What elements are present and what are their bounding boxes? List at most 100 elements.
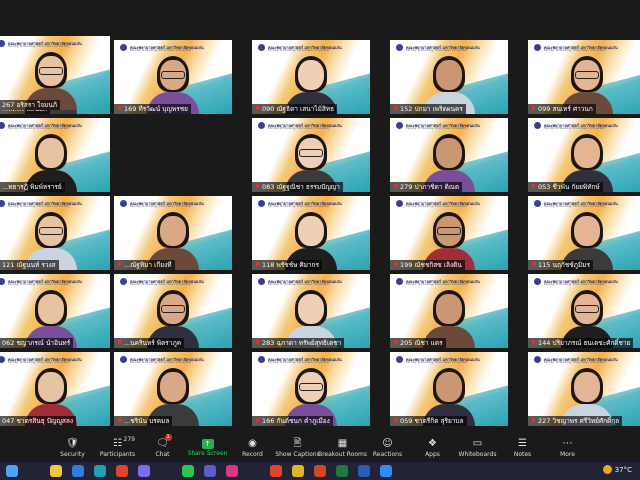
background-header: คณะพยาบาลศาสตร์ มหาวิทยาลัยขอนแก่นFacult… (534, 356, 640, 364)
line-icon[interactable] (182, 465, 194, 477)
word-icon[interactable] (358, 465, 370, 477)
weather-widget[interactable]: 37°C (602, 465, 632, 474)
breakout-rooms-button[interactable]: ▦ Breakout Rooms (318, 434, 367, 462)
university-logo-icon (534, 356, 541, 363)
muted-mic-icon: ✖ (531, 417, 537, 424)
store-icon[interactable] (138, 465, 150, 477)
background-header: คณะพยาบาลศาสตร์ มหาวิทยาลัยขอนแก่นFacult… (258, 200, 364, 208)
university-logo-icon (396, 356, 403, 363)
participant-name-label: 083 ณัฐฐณิชา ธรรมปัญญา (262, 183, 340, 191)
university-logo-icon (120, 44, 127, 51)
video-tile[interactable]: คณะพยาบาลศาสตร์ มหาวิทยาลัยขอนแก่นFacult… (528, 118, 640, 192)
muted-mic-icon: ✖ (393, 261, 399, 268)
university-logo-icon (258, 278, 265, 285)
university-logo-icon (120, 356, 127, 363)
video-tile[interactable]: คณะพยาบาลศาสตร์ มหาวิทยาลัยขอนแก่นFacult… (252, 274, 370, 348)
security-button[interactable]: 🛡 Security (53, 434, 93, 462)
background-header: คณะพยาบาลศาสตร์ มหาวิทยาลัยขอนแก่นFacult… (396, 122, 502, 130)
video-tile[interactable]: คณะพยาบาลศาสตร์ มหาวิทยาลัยขอนแก่นFacult… (0, 352, 110, 426)
video-grid: คณะพยาบาลศาสตร์ มหาวิทยาลัยขอนแก่น Facult… (0, 36, 640, 434)
video-tile[interactable]: คณะพยาบาลศาสตร์ มหาวิทยาลัยขอนแก่นFacult… (114, 40, 232, 114)
video-tile[interactable]: คณะพยาบาลศาสตร์ มหาวิทยาลัยขอนแก่นFacult… (390, 274, 508, 348)
mail-icon[interactable] (72, 465, 84, 477)
participant-name-label: ...นครินทร์ พิตราภูค (124, 339, 182, 347)
powerpoint-icon[interactable] (314, 465, 326, 477)
whiteboards-button[interactable]: ▭ Whiteboards (458, 434, 498, 462)
file-explorer-icon[interactable] (50, 465, 62, 477)
video-tile[interactable]: คณะพยาบาลศาสตร์ มหาวิทยาลัยขอนแก่นFacult… (114, 274, 232, 348)
share-screen-button[interactable]: ↑ Share Screen (188, 434, 228, 462)
show-captions-button[interactable]: 🖹 Show Captions (275, 434, 319, 462)
participants-button[interactable]: ☷ 279 Participants (98, 434, 138, 462)
video-tile[interactable]: คณะพยาบาลศาสตร์ มหาวิทยาลัยขอนแก่นFacult… (390, 40, 508, 114)
video-tile[interactable]: คณะพยาบาลศาสตร์ มหาวิทยาลัยขอนแก่นFacult… (114, 196, 232, 270)
participant-name: ✖ 059 ชาตรีกิต สุริยาบล (390, 416, 467, 426)
university-logo-icon (396, 278, 403, 285)
zoom-icon[interactable] (380, 465, 392, 477)
chat-button[interactable]: 🗨 1 Chat (143, 434, 183, 462)
participant-name: ✖121 ณัฐนนท์ รวงส (0, 260, 59, 270)
participant-name-label: ...ชรินัน บรคมล (124, 417, 170, 425)
participant-name-label: 062 ชญาภรณ์ นําอินทร์ (2, 339, 71, 347)
muted-mic-icon: ✖ (255, 417, 261, 424)
participant-name-label: 090 ณัฐธิดา เสนาไม้สิทธ (262, 105, 335, 113)
participant-name: ✖267 อริสรา ใจมนภิ (0, 100, 61, 110)
apps-button[interactable]: ❖ Apps (413, 434, 453, 462)
video-tile[interactable]: คณะพยาบาลศาสตร์ มหาวิทยาลัยขอนแก่นFacult… (390, 118, 508, 192)
participant-name-label: 118 พรัชช์ษ ศิมากร (262, 261, 319, 269)
muted-mic-icon: ✖ (531, 339, 537, 346)
video-tile[interactable]: คณะพยาบาลศาสตร์ มหาวิทยาลัยขอนแก่นFacult… (0, 36, 110, 110)
share-up-arrow-icon: ↑ (201, 439, 214, 449)
participant-name: ✖ 199 ณัชชกิสซ เลิงดิน (390, 260, 465, 270)
university-logo-icon (0, 278, 5, 285)
video-tile[interactable]: คณะพยาบาลศาสตร์ มหาวิทยาลัยขอนแก่นFacult… (252, 118, 370, 192)
temperature: 37°C (614, 465, 632, 474)
muted-mic-icon: ✖ (117, 417, 123, 424)
chrome-icon[interactable] (116, 465, 128, 477)
university-logo-icon (0, 122, 5, 129)
participant-name-label: 227 วิชญาพร ศรีวิทย์ศักดิ์กุล (538, 417, 620, 425)
participants-count: 279 (123, 436, 135, 443)
record-button[interactable]: ◉ Record (233, 434, 273, 462)
video-tile[interactable]: คณะพยาบาลศาสตร์ มหาวิทยาลัยขอนแก่นFacult… (528, 196, 640, 270)
background-header: คณะพยาบาลศาสตร์ มหาวิทยาลัยขอนแก่นFacult… (258, 44, 364, 52)
excel-icon[interactable] (336, 465, 348, 477)
video-tile[interactable]: คณะพยาบาลศาสตร์ มหาวิทยาลัยขอนแก่นFacult… (252, 352, 370, 426)
video-tile[interactable]: คณะพยาบาลศาสตร์ มหาวิทยาลัยขอนแก่นFacult… (390, 352, 508, 426)
university-logo-icon (0, 356, 5, 363)
background-header: คณะพยาบาลศาสตร์ มหาวิทยาลัยขอนแก่นFacult… (258, 122, 364, 130)
video-tile[interactable]: คณะพยาบาลศาสตร์ มหาวิทยาลัยขอนแก่นFacult… (390, 196, 508, 270)
muted-mic-icon: ✖ (393, 339, 399, 346)
reactions-button[interactable]: ☺ Reactions (368, 434, 408, 462)
photos-icon[interactable] (226, 465, 238, 477)
video-tile[interactable]: คณะพยาบาลศาสตร์ มหาวิทยาลัยขอนแก่นFacult… (0, 274, 110, 348)
participant-name-label: 199 ณัชชกิสซ เลิงดิน (400, 261, 462, 269)
more-button[interactable]: ⋯ More (548, 434, 588, 462)
video-tile[interactable]: คณะพยาบาลศาสตร์ มหาวิทยาลัยขอนแก่นFacult… (252, 40, 370, 114)
participant-name-label: 053 ชีวพัน กัยยพิทักษ์ (538, 183, 600, 191)
video-tile[interactable]: คณะพยาบาลศาสตร์ มหาวิทยาลัยขอนแก่นFacult… (114, 352, 232, 426)
video-tile[interactable]: คณะพยาบาลศาสตร์ มหาวิทยาลัยขอนแก่นFacult… (528, 274, 640, 348)
participant-name: ✖ 205 ณิชา แตร (390, 338, 446, 348)
university-logo-icon (396, 44, 403, 51)
notes-button[interactable]: ☰ Notes (503, 434, 543, 462)
background-header: คณะพยาบาลศาสตร์ มหาวิทยาลัยขอนแก่นFacult… (258, 356, 364, 364)
chrome-icon-2[interactable] (270, 465, 282, 477)
participant-name: ✖047 ชาตรสินธุ ปัญญูสลง (0, 416, 77, 426)
start-icon[interactable] (6, 465, 18, 477)
university-logo-icon (258, 356, 265, 363)
chrome-icon-3[interactable] (292, 465, 304, 477)
video-tile[interactable]: คณะพยาบาลศาสตร์ มหาวิทยาลัยขอนแก่นFacult… (0, 118, 110, 192)
background-header: คณะพยาบาลศาสตร์ มหาวิทยาลัยขอนแก่นFacult… (534, 278, 640, 286)
video-tile[interactable]: คณะพยาบาลศาสตร์ มหาวิทยาลัยขอนแก่นFacult… (252, 196, 370, 270)
video-tile[interactable]: คณะพยาบาลศาสตร์ มหาวิทยาลัยขอนแก่นFacult… (0, 196, 110, 270)
teams-icon[interactable] (204, 465, 216, 477)
muted-mic-icon: ✖ (255, 339, 261, 346)
video-tile[interactable]: คณะพยาบาลศาสตร์ มหาวิทยาลัยขอนแก่นFacult… (528, 352, 640, 426)
edge-icon[interactable] (94, 465, 106, 477)
cc-icon: 🖹 (293, 438, 302, 449)
participant-name: ✖ 169 ทีรวัฒน์ บุญพรชย (114, 104, 191, 114)
video-tile[interactable] (114, 118, 232, 192)
university-logo-icon (534, 122, 541, 129)
video-tile[interactable]: คณะพยาบาลศาสตร์ มหาวิทยาลัยขอนแก่นFacult… (528, 40, 640, 114)
